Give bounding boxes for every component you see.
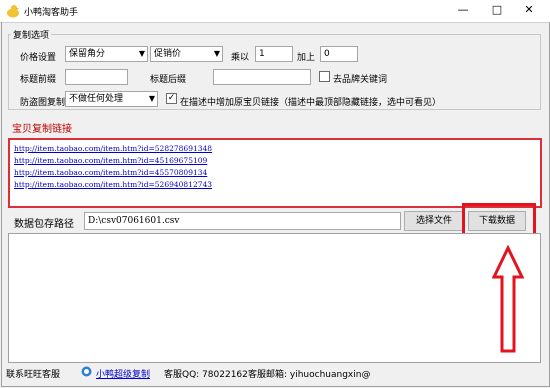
add-original-link-checkbox[interactable]: ✓ <box>166 93 177 104</box>
links-textarea[interactable]: http://item.taobao.com/item.htm?id=52827… <box>8 138 542 208</box>
save-path-label: 数据包存路径 <box>14 219 74 230</box>
promo-price-select[interactable]: 促销价 ▼ <box>150 46 223 62</box>
title-suffix-input[interactable] <box>213 69 311 85</box>
links-section-title: 宝贝复制链接 <box>12 124 72 135</box>
link-item[interactable]: http://item.taobao.com/item.htm?id=52827… <box>14 144 212 153</box>
remove-brand-checkbox[interactable] <box>319 71 330 82</box>
chevron-down-icon: ▼ <box>213 49 220 58</box>
promo-price-value: 促销价 <box>154 49 182 59</box>
window-title: 小鸭淘客助手 <box>24 8 79 18</box>
status-bar: 联系旺旺客服 小鸭超级复制 客服QQ: 78022162 客服邮箱: yihuo… <box>2 362 547 384</box>
multiply-input[interactable]: 1 <box>255 46 293 62</box>
remove-brand-label: 去品牌关键词 <box>333 75 388 85</box>
chevron-down-icon: ▼ <box>138 49 145 58</box>
anti-theft-label: 防盗图复制 <box>20 98 66 108</box>
log-area[interactable] <box>8 233 541 363</box>
super-copy-link[interactable]: 小鸭超级复制 <box>96 367 150 380</box>
copy-options-legend: 复制选项 <box>13 31 50 41</box>
choose-file-button[interactable]: 选择文件 <box>404 211 464 231</box>
add-label: 加上 <box>297 53 316 63</box>
add-original-link-label: 在描述中增加原宝贝链接（描述中最顶部隐藏链接，选中可看见） <box>180 98 442 108</box>
contact-wangwang-label: 联系旺旺客服 <box>6 370 61 380</box>
title-bar: 小鸭淘客助手 — □ ✕ <box>0 0 550 23</box>
link-item[interactable]: http://item.taobao.com/item.htm?id=45169… <box>14 156 207 165</box>
link-item[interactable]: http://item.taobao.com/item.htm?id=45570… <box>14 168 207 177</box>
title-prefix-label: 标题前缀 <box>20 75 57 85</box>
service-qq-text: 客服QQ: 78022162 <box>164 370 248 380</box>
anti-theft-select[interactable]: 不做任何处理 ▼ <box>65 91 158 107</box>
title-suffix-label: 标题后缀 <box>150 75 187 85</box>
duck-logo-icon <box>7 5 20 18</box>
price-mode-value: 保留角分 <box>69 49 106 59</box>
title-prefix-input[interactable] <box>65 69 128 85</box>
price-setting-label: 价格设置 <box>20 53 57 63</box>
anti-theft-value: 不做任何处理 <box>69 94 124 104</box>
multiply-label: 乘以 <box>231 53 250 63</box>
add-input[interactable]: 0 <box>320 46 358 62</box>
price-mode-select[interactable]: 保留角分 ▼ <box>65 46 148 62</box>
close-button[interactable]: ✕ <box>514 0 544 20</box>
save-path-input[interactable]: D:\csv07061601.csv <box>84 212 401 230</box>
link-item[interactable]: http://item.taobao.com/item.htm?id=52694… <box>14 180 212 189</box>
service-email-text: 客服邮箱: yihuochuangxin@ <box>248 370 371 380</box>
maximize-button[interactable]: □ <box>482 0 512 20</box>
minimize-button[interactable]: — <box>448 0 478 20</box>
chevron-down-icon: ▼ <box>148 94 155 103</box>
red-arrow-annotation-icon <box>491 245 525 353</box>
wangwang-icon[interactable] <box>81 366 92 377</box>
